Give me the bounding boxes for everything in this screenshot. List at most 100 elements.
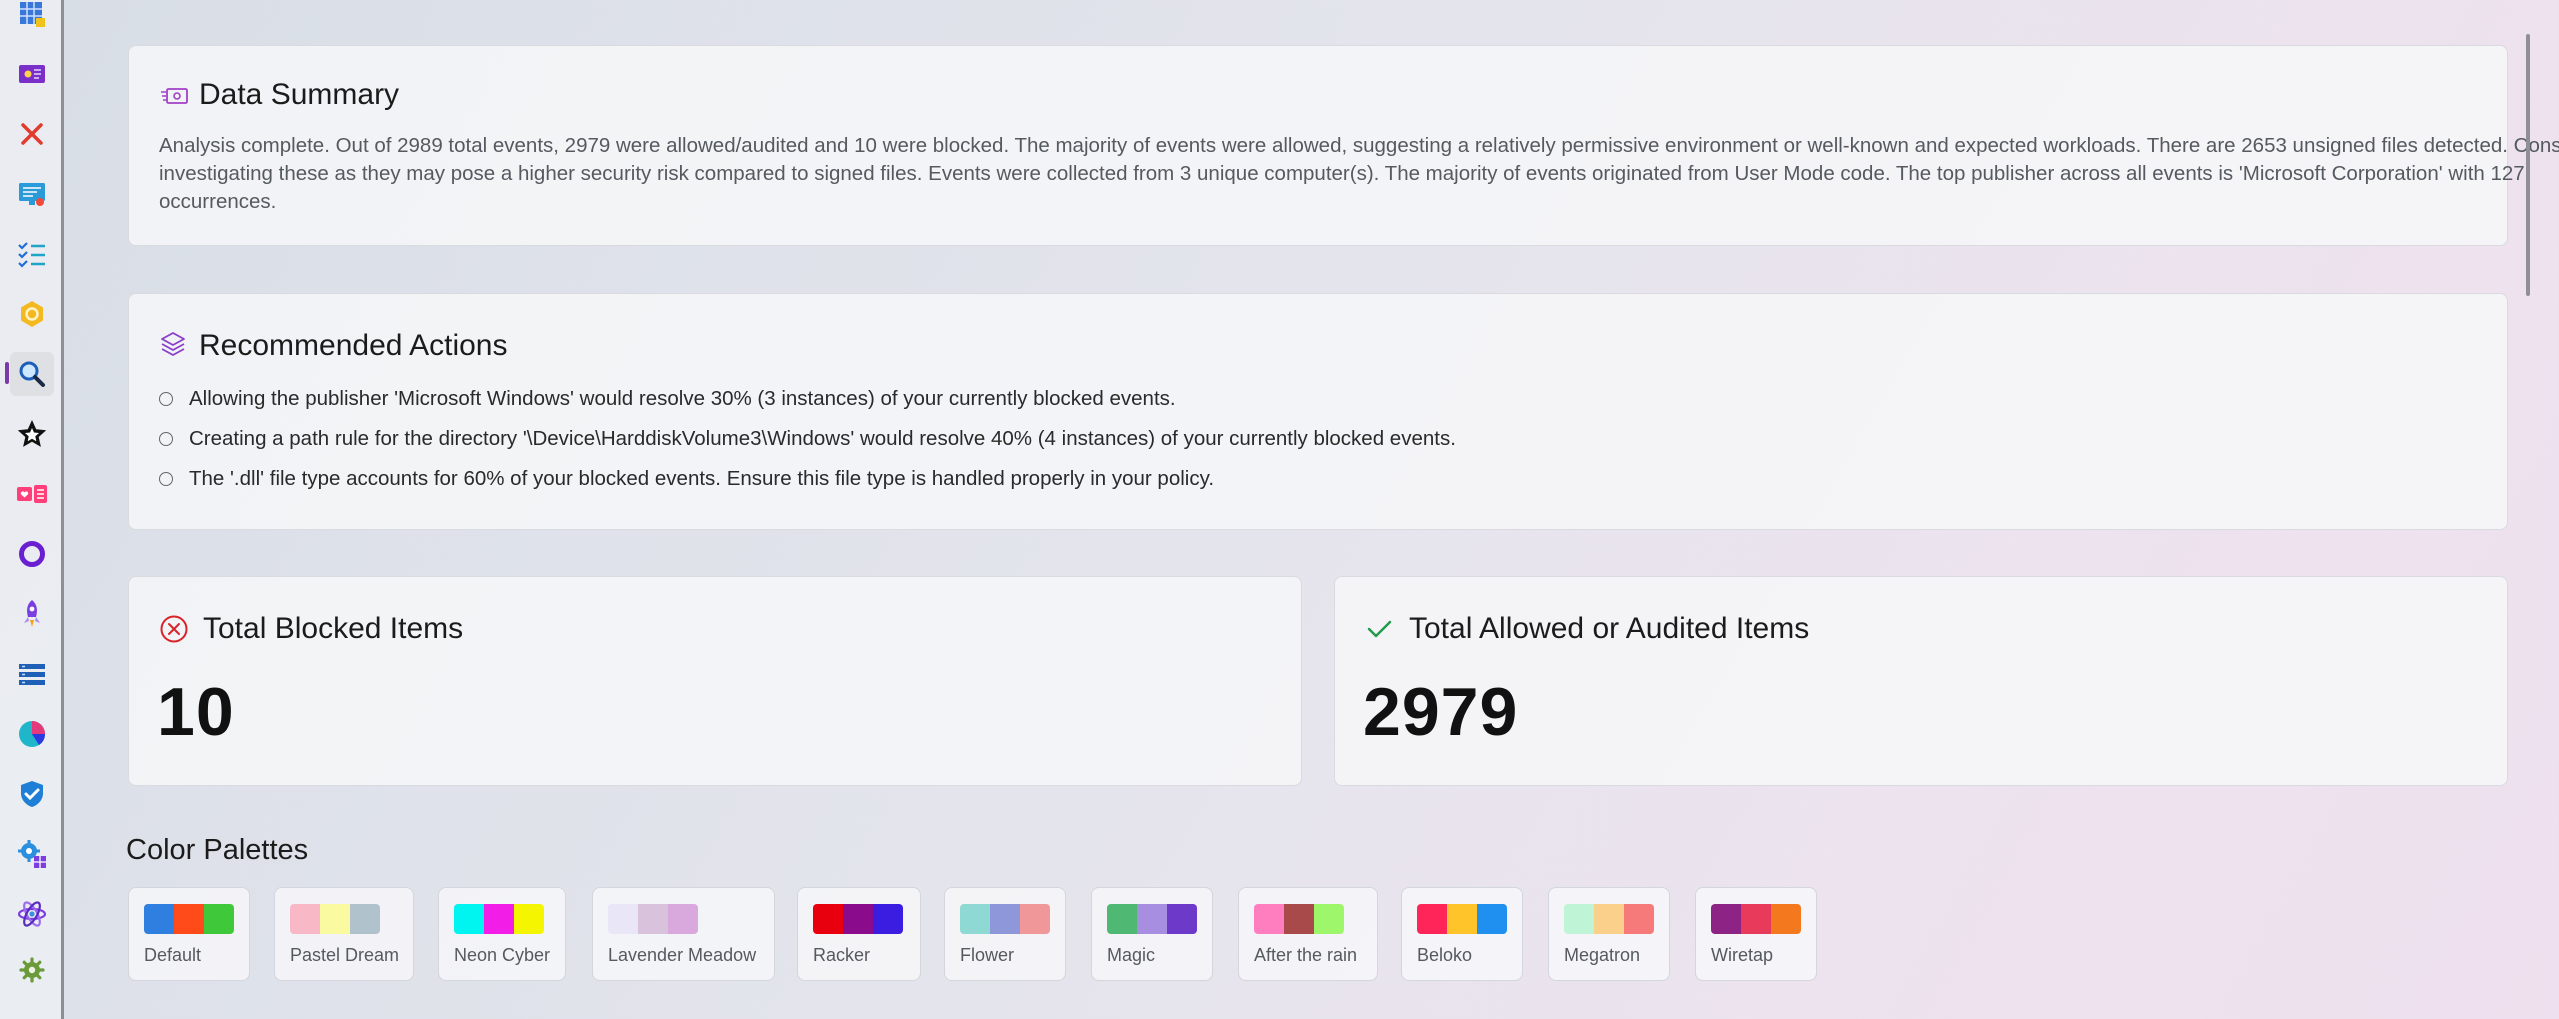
color-swatch bbox=[1137, 904, 1167, 934]
color-swatch bbox=[960, 904, 990, 934]
color-swatch bbox=[638, 904, 668, 934]
checklist-icon[interactable] bbox=[10, 232, 54, 276]
check-icon bbox=[1365, 616, 1393, 647]
gear-grid-icon[interactable] bbox=[10, 832, 54, 876]
palette-swatches bbox=[1417, 904, 1507, 934]
color-swatch bbox=[1254, 904, 1284, 934]
media-app-icon[interactable] bbox=[10, 52, 54, 96]
palette-swatches bbox=[1107, 904, 1197, 934]
color-swatch bbox=[1741, 904, 1771, 934]
palette-option[interactable]: Magic bbox=[1091, 887, 1213, 981]
palette-name: Magic bbox=[1107, 945, 1156, 965]
radio-button[interactable] bbox=[159, 392, 173, 406]
palette-name: Neon Cyber bbox=[454, 945, 551, 965]
radio-button[interactable] bbox=[159, 432, 173, 446]
palette-option[interactable]: Lavender Meadow bbox=[592, 887, 775, 981]
palette-name: Beloko bbox=[1417, 945, 1473, 965]
palette-option[interactable]: Racker bbox=[797, 887, 921, 981]
color-swatch bbox=[204, 904, 234, 934]
color-swatch bbox=[454, 904, 484, 934]
grid-app-icon[interactable] bbox=[10, 0, 54, 36]
palette-option[interactable]: Flower bbox=[944, 887, 1066, 981]
palette-name: Racker bbox=[813, 945, 871, 965]
palette-swatches bbox=[454, 904, 544, 934]
palette-swatches bbox=[960, 904, 1050, 934]
color-swatch bbox=[1417, 904, 1447, 934]
palette-swatches bbox=[608, 904, 698, 934]
monitor-app-icon[interactable] bbox=[10, 172, 54, 216]
vertical-scrollbar[interactable] bbox=[2526, 34, 2530, 296]
action-item[interactable]: Allowing the publisher 'Microsoft Window… bbox=[159, 387, 1176, 411]
search-icon[interactable] bbox=[10, 352, 54, 396]
color-swatch bbox=[290, 904, 320, 934]
palette-option[interactable]: Wiretap bbox=[1695, 887, 1817, 981]
color-palettes-title: Color Palettes bbox=[126, 834, 309, 866]
blocked-items-title: Total Blocked Items bbox=[203, 612, 464, 645]
color-swatch bbox=[1564, 904, 1594, 934]
palette-name: Default bbox=[144, 945, 202, 965]
color-swatch bbox=[813, 904, 843, 934]
radio-button[interactable] bbox=[159, 472, 173, 486]
palette-swatches bbox=[1254, 904, 1344, 934]
color-swatch bbox=[350, 904, 380, 934]
cards-icon[interactable] bbox=[10, 472, 54, 516]
recommended-actions-card: Recommended Actions Allowing the publish… bbox=[128, 293, 2508, 530]
color-swatch bbox=[1020, 904, 1050, 934]
settings-icon[interactable] bbox=[10, 948, 54, 992]
color-swatch bbox=[1284, 904, 1314, 934]
color-swatch bbox=[1711, 904, 1741, 934]
palette-option[interactable]: Pastel Dream bbox=[274, 887, 414, 981]
palette-option[interactable]: After the rain bbox=[1238, 887, 1378, 981]
color-swatch bbox=[608, 904, 638, 934]
palette-swatches bbox=[1564, 904, 1654, 934]
allowed-items-title: Total Allowed or Audited Items bbox=[1409, 612, 1810, 645]
layers-icon bbox=[159, 330, 187, 363]
close-red-icon[interactable] bbox=[10, 112, 54, 156]
palette-swatches bbox=[1711, 904, 1801, 934]
hexagon-icon[interactable] bbox=[10, 292, 54, 336]
color-swatch bbox=[174, 904, 204, 934]
palette-name: Flower bbox=[960, 945, 1015, 965]
palette-name: Pastel Dream bbox=[290, 945, 400, 965]
action-item[interactable]: Creating a path rule for the directory '… bbox=[159, 427, 1456, 451]
color-swatch bbox=[1447, 904, 1477, 934]
color-swatch bbox=[1107, 904, 1137, 934]
shield-check-icon[interactable] bbox=[10, 772, 54, 816]
data-summary-title: Data Summary bbox=[199, 78, 400, 111]
palette-swatches bbox=[290, 904, 380, 934]
star-icon[interactable] bbox=[10, 412, 54, 456]
palette-option[interactable]: Beloko bbox=[1401, 887, 1523, 981]
palette-option[interactable]: Neon Cyber bbox=[438, 887, 566, 981]
list-stack-icon[interactable] bbox=[10, 652, 54, 696]
app-sidebar bbox=[0, 0, 64, 1019]
palette-option[interactable]: Megatron bbox=[1548, 887, 1670, 981]
palette-name: Wiretap bbox=[1711, 945, 1774, 965]
color-swatch bbox=[484, 904, 514, 934]
allowed-items-count: 2979 bbox=[1363, 674, 1519, 750]
color-swatch bbox=[144, 904, 174, 934]
color-swatch bbox=[1477, 904, 1507, 934]
atom-icon[interactable] bbox=[10, 892, 54, 936]
color-swatch bbox=[514, 904, 544, 934]
color-swatch bbox=[1594, 904, 1624, 934]
color-swatch bbox=[1624, 904, 1654, 934]
color-swatch bbox=[843, 904, 873, 934]
rocket-icon[interactable] bbox=[10, 592, 54, 636]
color-swatch bbox=[320, 904, 350, 934]
data-summary-text: Analysis complete. Out of 2989 total eve… bbox=[159, 134, 2559, 213]
palette-name: After the rain bbox=[1254, 945, 1358, 965]
palette-swatches bbox=[813, 904, 903, 934]
sidebar-active-indicator bbox=[5, 362, 9, 384]
recommended-actions-title: Recommended Actions bbox=[199, 329, 508, 362]
palette-name: Megatron bbox=[1564, 945, 1641, 965]
action-text: The '.dll' file type accounts for 60% of… bbox=[189, 467, 1215, 490]
palette-option[interactable]: Default bbox=[128, 887, 250, 981]
color-swatch bbox=[873, 904, 903, 934]
palette-name: Lavender Meadow bbox=[608, 945, 757, 965]
color-swatch bbox=[1771, 904, 1801, 934]
ring-icon[interactable] bbox=[10, 532, 54, 576]
blocked-items-card: Total Blocked Items 10 bbox=[128, 576, 1302, 786]
action-item[interactable]: The '.dll' file type accounts for 60% of… bbox=[159, 467, 1214, 491]
blocked-items-count: 10 bbox=[157, 674, 235, 750]
pie-chart-icon[interactable] bbox=[10, 712, 54, 756]
